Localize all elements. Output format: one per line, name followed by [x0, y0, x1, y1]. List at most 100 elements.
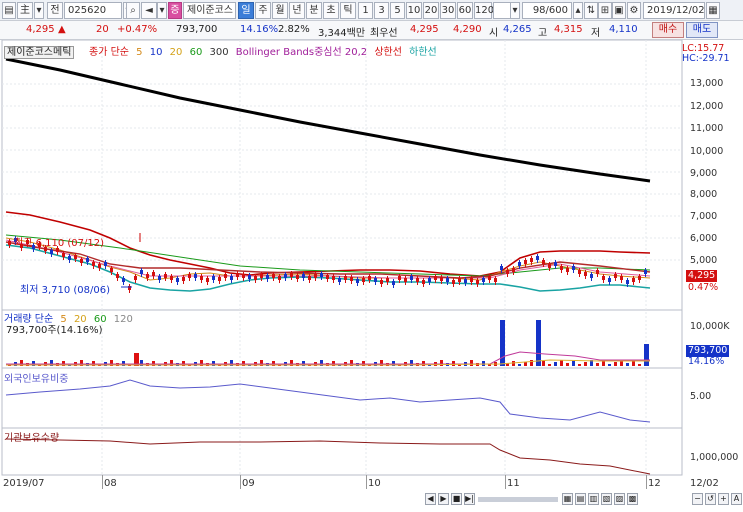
chart-type-icon[interactable]: ▤ [575, 493, 586, 505]
candle-body [92, 262, 95, 266]
tab-second[interactable]: 초 [323, 2, 339, 19]
sort-icon[interactable]: ⇅ [584, 2, 598, 19]
tab-year[interactable]: 년 [289, 2, 305, 19]
minute-option[interactable]: 5 [390, 2, 405, 19]
end-icon[interactable]: ▶| [464, 493, 475, 505]
save-icon[interactable]: ▣ [612, 2, 626, 19]
candle-body [104, 262, 107, 266]
minute-option[interactable]: 3 [374, 2, 389, 19]
price-axis-label: 7,000 [690, 211, 718, 222]
scrollbar-track[interactable] [478, 497, 558, 502]
price-axis-label: 13,000 [690, 78, 724, 89]
tab-tick[interactable]: 틱 [340, 2, 356, 19]
chart-canvas[interactable] [0, 40, 743, 512]
volume-bar [470, 360, 473, 366]
toolbar: ▤ 主 ▾ 전 025620 ▾ ⌕ ◄ ▾ 증 제이준코스 일 주 월 년 분… [0, 0, 743, 21]
chart-icon[interactable]: ▤ [2, 2, 16, 19]
candle-body [380, 280, 383, 284]
volume-axis-label: 10,000K [690, 321, 730, 332]
candle-body [68, 256, 71, 260]
x-axis-label: 10 [368, 478, 381, 489]
candle-body [458, 278, 461, 282]
volume-bar [632, 361, 635, 366]
x-axis-label: 08 [104, 478, 117, 489]
stop-icon[interactable]: ■ [451, 493, 462, 505]
candle-body [398, 276, 401, 280]
inst-legend[interactable]: 기관보유수량 [4, 429, 59, 444]
candle-body [464, 279, 467, 283]
chevron-down-icon[interactable]: ▾ [510, 2, 520, 19]
open-label: 시 [489, 28, 499, 39]
candle-body [278, 276, 281, 280]
candle-body [116, 274, 119, 278]
volume-bar [584, 362, 587, 366]
chevron-down-icon[interactable]: ▾ [157, 2, 167, 19]
price-axis-label: 11,000 [690, 123, 724, 134]
volume-bar [644, 344, 649, 366]
volume-bar [578, 364, 581, 366]
high-note: 최고 6,110 (07/12) [14, 238, 105, 249]
candle-body [602, 276, 605, 280]
chart-type-icon[interactable]: ▨ [614, 493, 625, 505]
index-legend[interactable]: 제이준코스메틱 [4, 43, 78, 59]
minute-option[interactable]: 120 [474, 2, 494, 19]
search-icon[interactable]: ⌕ [126, 2, 140, 19]
next-icon[interactable]: ▶ [438, 493, 449, 505]
candle-body [86, 258, 89, 262]
candle-body [554, 262, 557, 266]
buy-button[interactable]: 매수 [652, 22, 684, 38]
date-field[interactable]: 2019/12/02 [643, 2, 705, 19]
prev-icon[interactable]: ◀ [425, 493, 436, 505]
chart-area[interactable]: 제이준코스메틱 종가 단순 5 10 20 60 300 Bollinger B… [0, 40, 743, 512]
zoom-in-icon[interactable]: + [718, 493, 729, 505]
chart-type-icon[interactable]: ▩ [627, 493, 638, 505]
tab-day[interactable]: 일 [238, 2, 254, 19]
foreign-legend[interactable]: 외국인보유비중 [4, 370, 68, 385]
minute-option[interactable]: 10 [406, 2, 422, 19]
zoom-out-icon[interactable]: − [692, 493, 703, 505]
price-axis-label: 6,000 [690, 233, 718, 244]
candle-body [644, 270, 647, 274]
minute-option[interactable]: 60 [457, 2, 473, 19]
chart-type-icon[interactable]: ▧ [601, 493, 612, 505]
volume-current: 793,700주(14.16%) [6, 325, 103, 336]
current-price: 4,295 [26, 24, 55, 35]
link-icon[interactable]: ⊞ [598, 2, 612, 19]
chart-type-icon[interactable]: ▦ [562, 493, 573, 505]
foreign-line [5, 379, 651, 423]
volume-bar [566, 363, 569, 366]
candle-body [608, 278, 611, 282]
font-size-icon[interactable]: A [731, 493, 742, 505]
count-field[interactable]: 98/600 [522, 2, 572, 19]
candle-body [260, 274, 263, 278]
candle-body [80, 259, 83, 263]
stock-name-field[interactable]: 제이준코스 [183, 2, 236, 19]
sound-icon[interactable]: ◄ [141, 2, 157, 19]
sell-button[interactable]: 매도 [686, 22, 718, 38]
minute-option[interactable]: 30 [440, 2, 456, 19]
date-box: 12/02 [690, 478, 719, 489]
volume-bar [536, 320, 541, 366]
reset-icon[interactable]: ↺ [705, 493, 716, 505]
tab-week[interactable]: 주 [255, 2, 271, 19]
change-percent: +0.47% [117, 24, 158, 35]
all-badge[interactable]: 전 [47, 2, 63, 19]
settings-icon[interactable]: ⚙ [627, 2, 641, 19]
candle-body [320, 273, 323, 277]
minute-option[interactable]: 20 [423, 2, 439, 19]
add-icon[interactable]: 主 [17, 2, 33, 19]
volume-bar [560, 360, 563, 366]
candle-body [482, 278, 485, 282]
price-legend[interactable]: 종가 단순 5 10 20 60 300 Bollinger Bands중심선 … [89, 43, 441, 58]
minute-option[interactable]: 1 [358, 2, 373, 19]
spin-icon[interactable]: ▴ [573, 2, 583, 19]
chart-type-icon[interactable]: ▥ [588, 493, 599, 505]
calendar-icon[interactable]: ▦ [706, 2, 720, 19]
candle-body [488, 276, 491, 280]
candle-body [122, 278, 125, 282]
code-input[interactable]: 025620 [64, 2, 122, 19]
tab-minute[interactable]: 분 [306, 2, 322, 19]
chevron-down-icon[interactable]: ▾ [34, 2, 44, 19]
tab-month[interactable]: 월 [272, 2, 288, 19]
candle-body [446, 278, 449, 282]
